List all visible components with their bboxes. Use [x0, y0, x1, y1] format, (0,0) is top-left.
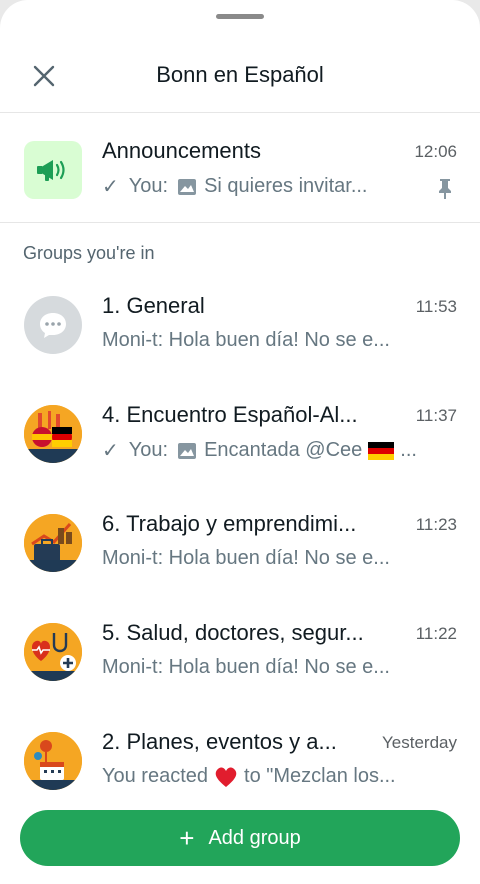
megaphone-icon: [24, 141, 82, 199]
group-name: 6. Trabajo y emprendimi...: [102, 511, 357, 536]
preview-text: Si quieres invitar...: [204, 175, 368, 197]
group-row[interactable]: 6. Trabajo y emprendimi... 11:23 Moni-t:…: [0, 491, 480, 591]
group-name: 2. Planes, eventos y a...: [102, 729, 337, 754]
plus-icon: +: [179, 823, 195, 853]
group-row[interactable]: 2. Planes, eventos y a... Yesterday You …: [0, 709, 480, 809]
image-icon: [178, 178, 197, 195]
preview-text: Moni-t: Hola buen día! No se e...: [102, 547, 390, 569]
page-title: Bonn en Español: [156, 62, 324, 87]
group-name: 1. General: [102, 293, 205, 318]
group-name: 5. Salud, doctores, segur...: [102, 620, 364, 645]
group-time: 11:23: [415, 515, 457, 534]
announcements-preview: ✓ You: Si quieres invitar...: [102, 174, 402, 199]
add-group-button[interactable]: + Add group: [20, 810, 460, 866]
group-row[interactable]: 1. General 11:53 Moni-t: Hola buen día! …: [0, 273, 480, 373]
group-preview: Moni-t: Hola buen día! No se e...: [102, 656, 442, 679]
group-row[interactable]: 4. Encuentro Español-Al... 11:37 ✓ You: …: [0, 382, 480, 482]
group-name: 4. Encuentro Español-Al...: [102, 402, 358, 427]
group-preview: Moni-t: Hola buen día! No se e...: [102, 329, 442, 352]
chat-bubble-icon: [24, 296, 82, 354]
red-heart-icon: [215, 766, 237, 787]
add-group-label: Add group: [208, 826, 301, 849]
german-flag-icon: [368, 441, 395, 460]
preview-text-after: to "Mezclan los...: [244, 765, 396, 787]
double-check-icon: ✓: [102, 440, 119, 462]
group-time: Yesterday: [382, 733, 457, 752]
section-divider: [0, 222, 480, 223]
preview-text: Moni-t: Hola buen día! No se e...: [102, 656, 390, 678]
drag-handle[interactable]: [216, 14, 264, 19]
preview-text: Moni-t: Hola buen día! No se e...: [102, 329, 390, 351]
briefcase-icon: [24, 514, 82, 572]
announcements-row[interactable]: Announcements 12:06 ✓ You: Si quieres in…: [0, 118, 480, 218]
stethoscope-heart-icon: [24, 623, 82, 681]
section-label: Groups you're in: [23, 243, 155, 263]
group-row[interactable]: 5. Salud, doctores, segur... 11:22 Moni-…: [0, 600, 480, 700]
announcements-time: 12:06: [414, 142, 457, 161]
preview-suffix: ...: [400, 439, 417, 461]
preview-prefix: You:: [128, 175, 169, 197]
pin-icon: [439, 179, 451, 199]
group-preview: You reacted to "Mezclan los...: [102, 765, 442, 788]
group-time: 11:53: [415, 297, 457, 316]
preview-text: Encantada @Cee: [204, 439, 363, 461]
header-divider: [0, 112, 480, 113]
group-time: 11:37: [415, 406, 457, 425]
bottom-sheet: Bonn en Español Announcements 12:06 ✓ Yo…: [0, 0, 480, 884]
image-icon: [178, 442, 197, 459]
group-preview: ✓ You: Encantada @Cee ...: [102, 438, 442, 463]
preview-prefix: You:: [128, 439, 169, 461]
group-time: 11:22: [415, 624, 457, 643]
announcements-name: Announcements: [102, 138, 261, 163]
preview-text: You reacted: [102, 765, 209, 787]
flags-group-icon: [24, 405, 82, 463]
group-preview: Moni-t: Hola buen día! No se e...: [102, 547, 442, 570]
header: Bonn en Español: [0, 40, 480, 112]
calendar-events-icon: [24, 732, 82, 790]
double-check-icon: ✓: [102, 176, 119, 198]
